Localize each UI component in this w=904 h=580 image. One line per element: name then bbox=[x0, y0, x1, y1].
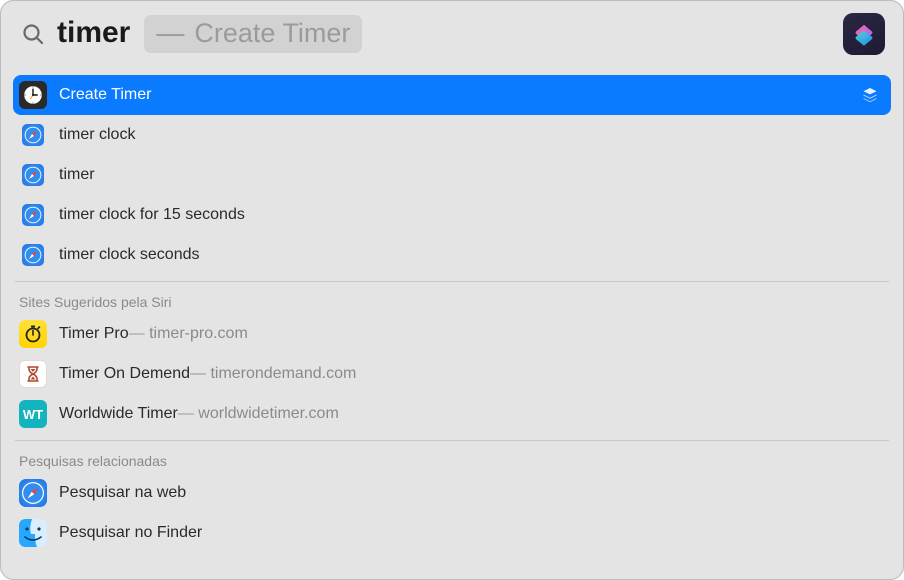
result-top-hit[interactable]: Create Timer bbox=[13, 75, 891, 115]
shortcuts-app-icon bbox=[843, 13, 885, 55]
result-subtitle: worldwidetimer.com bbox=[178, 405, 339, 423]
divider bbox=[15, 281, 889, 282]
result-title: timer clock bbox=[59, 126, 135, 144]
result-title: Pesquisar na web bbox=[59, 484, 186, 502]
section-header-siri-sites: Sites Sugeridos pela Siri bbox=[13, 284, 891, 314]
result-title: Worldwide Timer bbox=[59, 405, 178, 423]
result-site[interactable]: WT Worldwide Timer worldwidetimer.com bbox=[13, 394, 891, 434]
search-query-text: timer bbox=[57, 18, 130, 48]
result-search-finder[interactable]: Pesquisar no Finder bbox=[13, 513, 891, 553]
result-suggestion[interactable]: timer clock bbox=[13, 115, 891, 155]
result-title: Timer Pro bbox=[59, 325, 129, 343]
result-title: timer bbox=[59, 166, 95, 184]
result-site[interactable]: Timer On Demend timerondemand.com bbox=[13, 354, 891, 394]
search-input[interactable]: timer — Create Timer bbox=[57, 15, 843, 53]
result-title: Pesquisar no Finder bbox=[59, 524, 202, 542]
search-bar: timer — Create Timer bbox=[1, 1, 903, 67]
spotlight-window: timer — Create Timer bbox=[0, 0, 904, 580]
safari-icon bbox=[22, 164, 44, 186]
divider bbox=[15, 440, 889, 441]
result-search-web[interactable]: Pesquisar na web bbox=[13, 473, 891, 513]
result-title: Create Timer bbox=[59, 86, 151, 104]
result-suggestion[interactable]: timer clock for 15 seconds bbox=[13, 195, 891, 235]
result-suggestion[interactable]: timer clock seconds bbox=[13, 235, 891, 275]
hourglass-icon bbox=[19, 360, 47, 388]
safari-icon bbox=[22, 204, 44, 226]
results-list: Create Timer bbox=[1, 67, 903, 579]
safari-icon bbox=[19, 479, 47, 507]
result-title: timer clock for 15 seconds bbox=[59, 206, 245, 224]
site-badge-icon: WT bbox=[19, 400, 47, 428]
result-site[interactable]: Timer Pro timer-pro.com bbox=[13, 314, 891, 354]
safari-icon bbox=[22, 124, 44, 146]
result-suggestion[interactable]: timer bbox=[13, 155, 891, 195]
stopwatch-icon bbox=[19, 320, 47, 348]
search-autocomplete-suffix: — Create Timer bbox=[144, 15, 362, 53]
search-icon bbox=[19, 20, 47, 48]
clock-icon bbox=[19, 81, 47, 109]
result-subtitle: timerondemand.com bbox=[190, 365, 356, 383]
result-title: timer clock seconds bbox=[59, 246, 200, 264]
result-title: Timer On Demend bbox=[59, 365, 190, 383]
finder-icon bbox=[19, 519, 47, 547]
result-subtitle: timer-pro.com bbox=[129, 325, 248, 343]
safari-icon bbox=[22, 244, 44, 266]
stack-icon bbox=[859, 84, 881, 106]
section-header-related: Pesquisas relacionadas bbox=[13, 443, 891, 473]
